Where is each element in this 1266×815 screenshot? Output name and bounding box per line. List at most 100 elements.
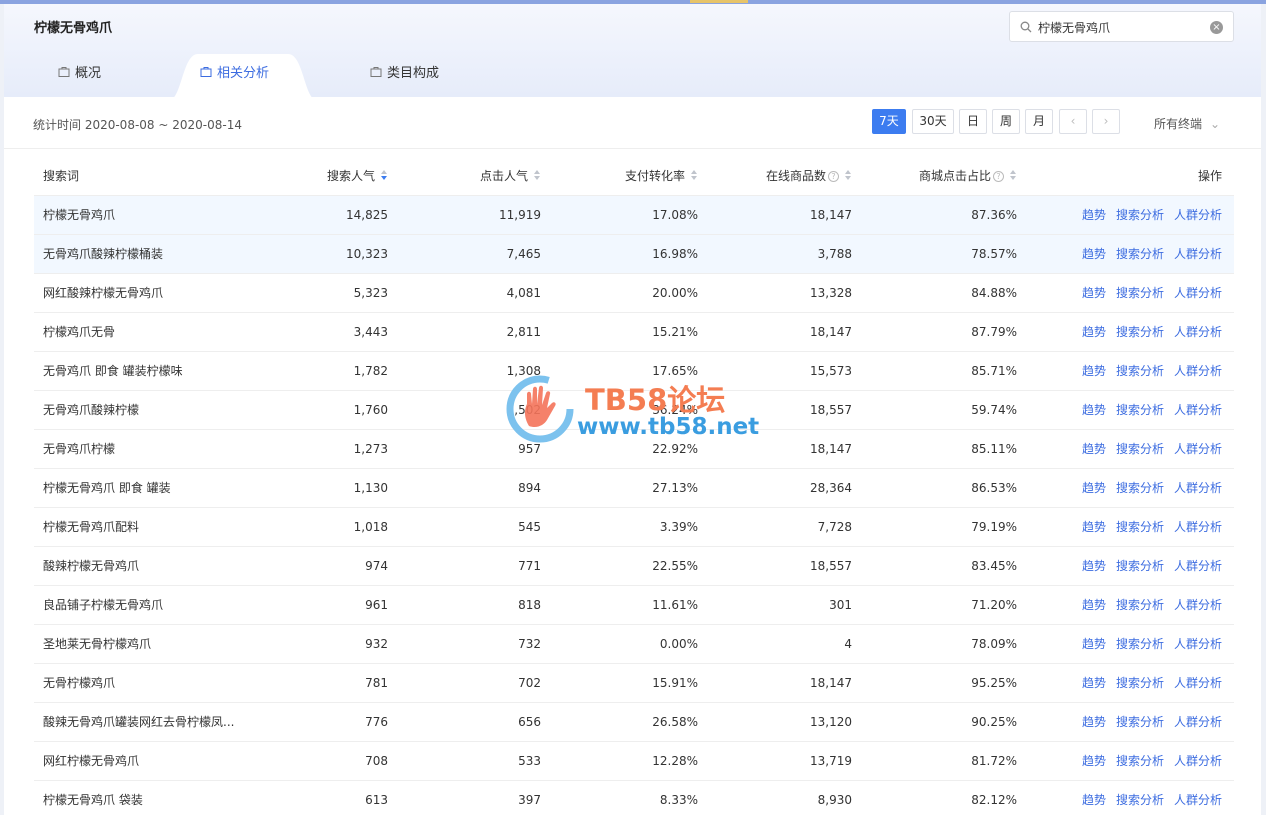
- crowd-analysis-link[interactable]: 人群分析: [1174, 403, 1222, 417]
- keyword-cell: 无骨柠檬鸡爪: [34, 663, 254, 703]
- conversion-rate-cell: 17.08%: [541, 195, 698, 235]
- keyword-cell: 无骨鸡爪酸辣柠檬桶装: [34, 234, 254, 274]
- click-popularity-cell: 771: [388, 546, 541, 586]
- search-analysis-link[interactable]: 搜索分析: [1116, 481, 1164, 495]
- next-period-button[interactable]: ›: [1092, 109, 1120, 134]
- trend-link[interactable]: 趋势: [1082, 637, 1106, 651]
- mall-click-share-cell: 87.79%: [852, 312, 1017, 352]
- crowd-analysis-link[interactable]: 人群分析: [1174, 559, 1222, 573]
- crowd-analysis-link[interactable]: 人群分析: [1174, 676, 1222, 690]
- search-input[interactable]: [1038, 18, 1208, 36]
- search-analysis-link[interactable]: 搜索分析: [1116, 715, 1164, 729]
- help-icon[interactable]: ?: [993, 170, 1004, 182]
- sort-icon[interactable]: [381, 170, 388, 181]
- trend-link[interactable]: 趋势: [1082, 325, 1106, 339]
- search-analysis-link[interactable]: 搜索分析: [1116, 520, 1164, 534]
- search-analysis-link[interactable]: 搜索分析: [1116, 325, 1164, 339]
- col-mall-click-share[interactable]: 商城点击占比?: [852, 156, 1017, 196]
- search-popularity-cell: 974: [254, 546, 388, 586]
- crowd-analysis-link[interactable]: 人群分析: [1174, 520, 1222, 534]
- terminal-select[interactable]: 所有终端 ⌄: [1154, 115, 1220, 132]
- click-popularity-cell: 11,919: [388, 195, 541, 235]
- click-popularity-cell: 2,811: [388, 312, 541, 352]
- search-analysis-link[interactable]: 搜索分析: [1116, 637, 1164, 651]
- search-analysis-link[interactable]: 搜索分析: [1116, 676, 1164, 690]
- col-search-popularity[interactable]: 搜索人气: [254, 156, 388, 196]
- trend-link[interactable]: 趋势: [1082, 754, 1106, 768]
- table-header-row: 搜索词 搜索人气 点击人气 支付转化率 在线商品数? 商城点击占比? 操作: [34, 156, 1234, 196]
- trend-link[interactable]: 趋势: [1082, 286, 1106, 300]
- terminal-label: 所有终端: [1154, 117, 1203, 131]
- search-box[interactable]: ×: [1009, 11, 1234, 42]
- crowd-analysis-link[interactable]: 人群分析: [1174, 286, 1222, 300]
- search-analysis-link[interactable]: 搜索分析: [1116, 793, 1164, 807]
- clear-icon[interactable]: ×: [1210, 21, 1223, 34]
- range-30d-button[interactable]: 30天: [912, 109, 954, 134]
- crowd-analysis-link[interactable]: 人群分析: [1174, 247, 1222, 261]
- crowd-analysis-link[interactable]: 人群分析: [1174, 208, 1222, 222]
- search-analysis-link[interactable]: 搜索分析: [1116, 754, 1164, 768]
- trend-link[interactable]: 趋势: [1082, 403, 1106, 417]
- crowd-analysis-link[interactable]: 人群分析: [1174, 637, 1222, 651]
- table-row: 柠檬无骨鸡爪 即食 罐装 1,130 894 27.13% 28,364 86.53% 趋势…: [34, 468, 1234, 508]
- online-items-cell: 18,557: [698, 390, 852, 430]
- search-analysis-link[interactable]: 搜索分析: [1116, 208, 1164, 222]
- tab-overview[interactable]: 概况: [58, 46, 101, 97]
- trend-link[interactable]: 趋势: [1082, 481, 1106, 495]
- table-row: 无骨鸡爪柠檬 1,273 957 22.92% 18,147 85.11% 趋势 搜索分析 人群…: [34, 429, 1234, 469]
- trend-link[interactable]: 趋势: [1082, 208, 1106, 222]
- conversion-rate-cell: 12.28%: [541, 741, 698, 781]
- trend-link[interactable]: 趋势: [1082, 520, 1106, 534]
- crowd-analysis-link[interactable]: 人群分析: [1174, 364, 1222, 378]
- prev-period-button[interactable]: ‹: [1059, 109, 1087, 134]
- sort-icon[interactable]: [691, 170, 698, 181]
- search-analysis-link[interactable]: 搜索分析: [1116, 403, 1164, 417]
- col-click-popularity[interactable]: 点击人气: [388, 156, 541, 196]
- conversion-rate-cell: 15.91%: [541, 663, 698, 703]
- sort-icon[interactable]: [1010, 170, 1017, 181]
- search-analysis-link[interactable]: 搜索分析: [1116, 598, 1164, 612]
- crowd-analysis-link[interactable]: 人群分析: [1174, 754, 1222, 768]
- col-online-items[interactable]: 在线商品数?: [698, 156, 852, 196]
- sort-icon[interactable]: [845, 170, 852, 181]
- col-conversion-rate[interactable]: 支付转化率: [541, 156, 698, 196]
- tab-related-analysis[interactable]: 相关分析: [200, 46, 269, 97]
- crowd-analysis-link[interactable]: 人群分析: [1174, 715, 1222, 729]
- trend-link[interactable]: 趋势: [1082, 598, 1106, 612]
- range-7d-button[interactable]: 7天: [872, 109, 906, 134]
- crowd-analysis-link[interactable]: 人群分析: [1174, 442, 1222, 456]
- range-month-button[interactable]: 月: [1025, 109, 1053, 134]
- search-analysis-link[interactable]: 搜索分析: [1116, 559, 1164, 573]
- crowd-analysis-link[interactable]: 人群分析: [1174, 481, 1222, 495]
- tab-category[interactable]: 类目构成: [370, 46, 439, 97]
- trend-link[interactable]: 趋势: [1082, 676, 1106, 690]
- online-items-cell: 15,573: [698, 351, 852, 391]
- online-items-cell: 7,728: [698, 507, 852, 547]
- range-week-button[interactable]: 周: [992, 109, 1020, 134]
- crowd-analysis-link[interactable]: 人群分析: [1174, 598, 1222, 612]
- search-analysis-link[interactable]: 搜索分析: [1116, 247, 1164, 261]
- trend-link[interactable]: 趋势: [1082, 715, 1106, 729]
- online-items-cell: 8,930: [698, 780, 852, 815]
- click-popularity-cell: 894: [388, 468, 541, 508]
- trend-link[interactable]: 趋势: [1082, 442, 1106, 456]
- search-popularity-cell: 781: [254, 663, 388, 703]
- crowd-analysis-link[interactable]: 人群分析: [1174, 325, 1222, 339]
- mall-click-share-cell: 85.71%: [852, 351, 1017, 391]
- trend-link[interactable]: 趋势: [1082, 559, 1106, 573]
- click-popularity-cell: 1,308: [388, 351, 541, 391]
- search-analysis-link[interactable]: 搜索分析: [1116, 286, 1164, 300]
- search-analysis-link[interactable]: 搜索分析: [1116, 442, 1164, 456]
- sort-icon[interactable]: [534, 170, 541, 181]
- actions-cell: 趋势 搜索分析 人群分析: [1017, 624, 1234, 664]
- trend-link[interactable]: 趋势: [1082, 364, 1106, 378]
- search-analysis-link[interactable]: 搜索分析: [1116, 364, 1164, 378]
- crowd-analysis-link[interactable]: 人群分析: [1174, 793, 1222, 807]
- mall-click-share-cell: 85.11%: [852, 429, 1017, 469]
- help-icon[interactable]: ?: [828, 170, 839, 182]
- range-day-button[interactable]: 日: [959, 109, 987, 134]
- search-popularity-cell: 1,018: [254, 507, 388, 547]
- bag-icon: [200, 67, 212, 77]
- trend-link[interactable]: 趋势: [1082, 247, 1106, 261]
- trend-link[interactable]: 趋势: [1082, 793, 1106, 807]
